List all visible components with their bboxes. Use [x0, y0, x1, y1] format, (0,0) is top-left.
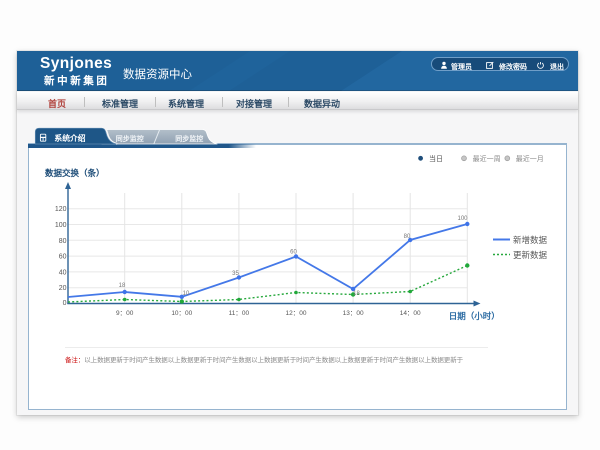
svg-text:18: 18 — [119, 283, 126, 289]
svg-text:10：00: 10：00 — [171, 310, 192, 317]
svg-text:100: 100 — [55, 222, 67, 229]
svg-text:12：00: 12：00 — [286, 310, 307, 317]
svg-text:18: 18 — [353, 291, 360, 297]
svg-text:日期（小时）: 日期（小时） — [449, 311, 500, 321]
svg-text:同步监控: 同步监控 — [175, 134, 203, 143]
svg-text:系统介绍: 系统介绍 — [54, 133, 85, 143]
svg-text:60: 60 — [290, 250, 297, 256]
svg-text:35: 35 — [232, 271, 239, 277]
svg-text:9：00: 9：00 — [116, 310, 134, 317]
svg-text:20: 20 — [59, 285, 67, 292]
svg-text:最近一周: 最近一周 — [473, 154, 501, 163]
svg-text:最近一月: 最近一月 — [516, 154, 544, 163]
svg-text:10: 10 — [183, 291, 190, 297]
svg-text:40: 40 — [59, 269, 67, 276]
svg-text:14：00: 14：00 — [400, 310, 421, 317]
svg-text:同步监控: 同步监控 — [116, 134, 144, 143]
svg-text:当日: 当日 — [429, 154, 443, 163]
svg-text:0: 0 — [63, 300, 67, 307]
svg-text:120: 120 — [55, 206, 67, 213]
svg-text:100: 100 — [457, 216, 468, 222]
svg-text:11：00: 11：00 — [229, 310, 250, 317]
svg-text:更新数据: 更新数据 — [513, 250, 548, 260]
svg-text:60: 60 — [59, 254, 67, 261]
svg-text:13：00: 13：00 — [343, 310, 364, 317]
svg-text:80: 80 — [59, 238, 67, 245]
svg-text:80: 80 — [404, 234, 411, 240]
svg-text:数据交换（条）: 数据交换（条） — [45, 168, 105, 178]
svg-text:新增数据: 新增数据 — [513, 235, 548, 245]
